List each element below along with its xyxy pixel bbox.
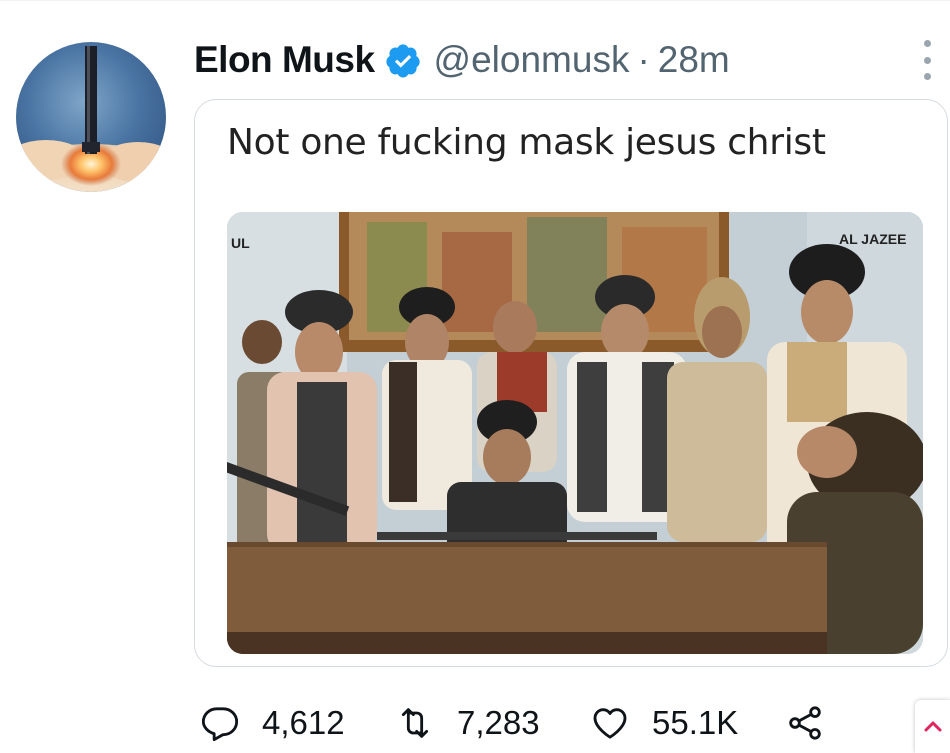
author-name[interactable]: Elon Musk bbox=[194, 39, 375, 81]
verified-badge-icon bbox=[385, 44, 420, 78]
like-button[interactable]: 55.1K bbox=[590, 703, 785, 743]
top-divider bbox=[0, 0, 950, 1]
retweet-icon bbox=[401, 708, 429, 738]
avatar[interactable] bbox=[16, 42, 166, 192]
reply-icon bbox=[201, 707, 239, 742]
more-dot bbox=[923, 56, 931, 64]
watermark-left: UL bbox=[231, 235, 250, 251]
rocket-launch-image bbox=[16, 46, 166, 192]
more-dot bbox=[923, 73, 931, 80]
like-count: 55.1K bbox=[652, 704, 739, 741]
more-dot bbox=[923, 40, 931, 47]
retweet-button[interactable]: 7,283 bbox=[395, 703, 590, 743]
retweet-count: 7,283 bbox=[457, 704, 540, 741]
heart-icon bbox=[593, 708, 627, 739]
tweet-actions: 4,612 7,283 55.1K bbox=[200, 698, 825, 748]
author-handle[interactable]: @elonmusk bbox=[434, 39, 630, 81]
scroll-to-top-button[interactable] bbox=[915, 700, 950, 753]
watermark-right: AL JAZEE bbox=[839, 231, 906, 247]
separator-dot: · bbox=[637, 39, 650, 80]
more-options-icon[interactable] bbox=[915, 40, 939, 80]
tweet-header: Elon Musk @elonmusk · 28m bbox=[194, 34, 730, 86]
tweet-time[interactable]: 28m bbox=[658, 39, 730, 81]
share-button[interactable] bbox=[785, 703, 825, 743]
tweet-media-card[interactable]: Not one fucking mask jesus christ UL AL … bbox=[194, 99, 948, 667]
reply-button[interactable]: 4,612 bbox=[200, 703, 395, 743]
group-photo-image: UL AL JAZEE bbox=[227, 212, 923, 654]
tweet-text: Not one fucking mask jesus christ bbox=[227, 122, 826, 163]
reply-count: 4,612 bbox=[262, 704, 345, 741]
chevron-up-icon bbox=[924, 721, 941, 731]
tweet-photo[interactable]: UL AL JAZEE bbox=[227, 212, 923, 654]
share-icon bbox=[789, 706, 821, 740]
